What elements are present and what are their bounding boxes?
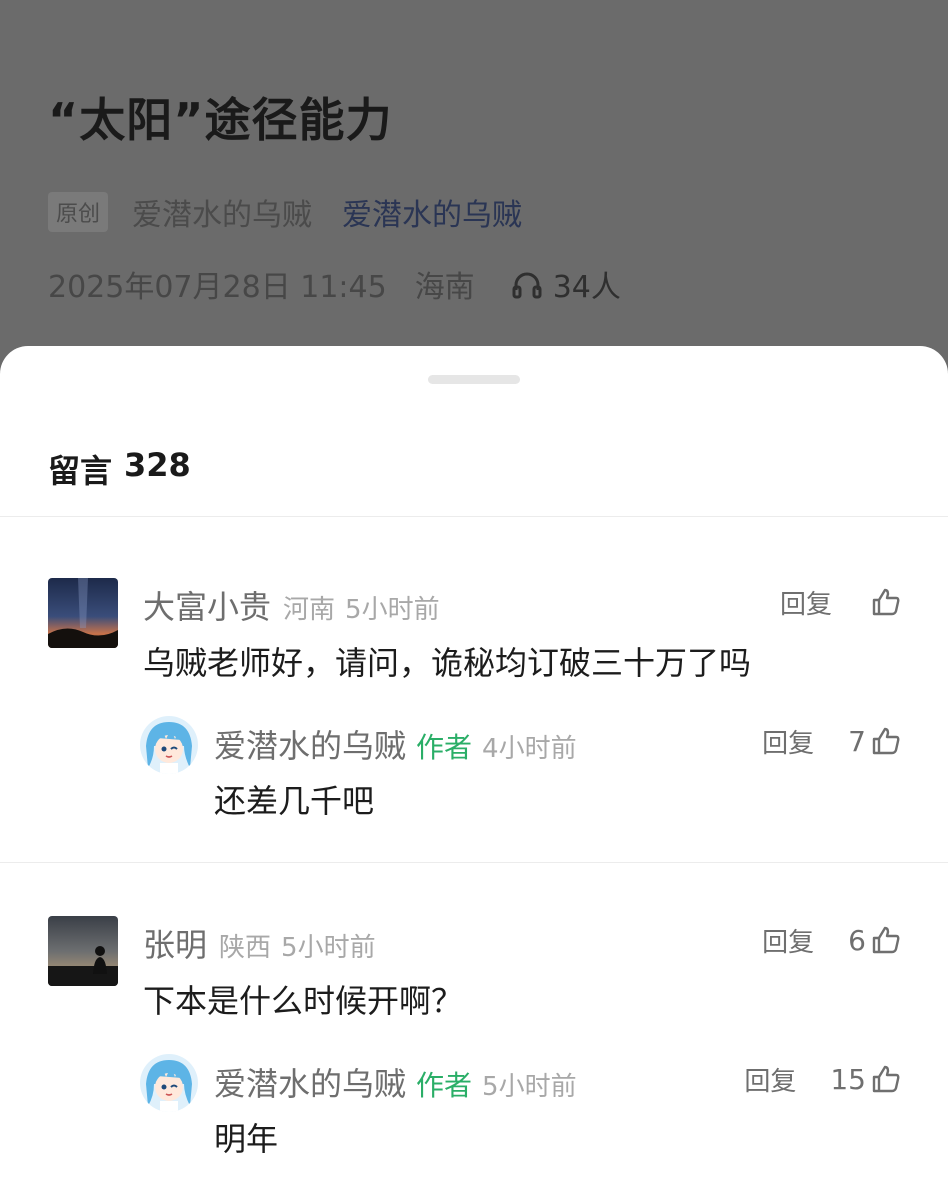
commenter-region: 河南	[283, 595, 336, 625]
author-badge: 作者	[416, 1069, 473, 1102]
reply-time: 4小时前	[482, 734, 577, 764]
reply-button[interactable]: 回复	[762, 922, 814, 959]
comment-text: 下本是什么时候开啊？	[143, 982, 464, 1020]
reply-actions: 回复 7	[762, 721, 902, 761]
reply-button[interactable]: 回复	[762, 723, 814, 760]
comments-header: 留言 328	[48, 446, 191, 492]
publish-datetime: 2025年07月28日 11:45	[48, 270, 387, 305]
night-sky-avatar-image	[48, 578, 118, 648]
anime-squid-girl-avatar-image	[140, 716, 198, 774]
listener-count-text: 34人	[552, 270, 621, 305]
avatar[interactable]	[48, 578, 118, 648]
reply-time: 5小时前	[482, 1072, 577, 1102]
sheet-drag-handle[interactable]	[428, 375, 520, 384]
commenter-name[interactable]: 张明	[143, 920, 207, 966]
reply-author-name[interactable]: 爱潜水的乌贼	[214, 721, 406, 767]
like-count: 7	[848, 724, 866, 758]
author-avatar[interactable]	[140, 1054, 198, 1112]
reply-button[interactable]: 回复	[780, 584, 832, 621]
comments-count: 328	[124, 446, 191, 484]
reply-meta: 爱潜水的乌贼 作者 5小时前	[214, 1059, 577, 1103]
like-count: 6	[848, 923, 866, 957]
reply-actions: 回复 15	[744, 1059, 902, 1099]
article-header: “太阳”途径能力 原创 爱潜水的乌贼 爱潜水的乌贼 2025年07月28日 11…	[0, 0, 948, 380]
article-account-link[interactable]: 爱潜水的乌贼	[342, 190, 522, 234]
thumbs-up-icon	[872, 1065, 900, 1093]
commenter-name[interactable]: 大富小贵	[143, 582, 271, 628]
original-tag: 原创	[48, 192, 109, 232]
anime-squid-girl-avatar-image	[140, 1054, 198, 1112]
listener-count: 34人	[511, 262, 621, 306]
reply-text: 还差几千吧	[214, 782, 375, 820]
commenter-region: 陕西	[219, 933, 272, 963]
comment-text: 乌贼老师好，请问，诡秘均订破三十万了吗	[143, 644, 752, 682]
like-count: 15	[830, 1062, 866, 1096]
article-meta: 原创 爱潜水的乌贼 爱潜水的乌贼	[48, 190, 522, 234]
comment-actions: 回复	[780, 582, 902, 622]
comments-sheet: 留言 328 大富小贵 河南 5小时前 回复 乌贼老师好，请问，诡秘均订破三十万…	[0, 346, 948, 1186]
reply-text: 明年	[214, 1120, 279, 1158]
like-button[interactable]: 7	[848, 725, 902, 758]
article-info: 2025年07月28日 11:45 海南 34人	[48, 262, 621, 306]
avatar[interactable]	[48, 916, 118, 986]
author-badge: 作者	[416, 731, 473, 764]
thumbs-up-icon	[872, 727, 900, 755]
headphones-icon	[512, 272, 542, 299]
header-divider	[0, 516, 948, 517]
reply-meta: 爱潜水的乌贼 作者 4小时前	[214, 721, 577, 765]
comments-label: 留言	[48, 452, 113, 490]
comment-actions: 回复 6	[762, 920, 902, 960]
article-author[interactable]: 爱潜水的乌贼	[132, 190, 312, 234]
comment-meta: 张明 陕西 5小时前	[143, 920, 376, 964]
comment-time: 5小时前	[345, 595, 440, 625]
reply-author-name[interactable]: 爱潜水的乌贼	[214, 1059, 406, 1105]
comment-time: 5小时前	[281, 933, 376, 963]
comment-divider	[0, 862, 948, 863]
like-button[interactable]: 15	[830, 1063, 902, 1096]
like-button[interactable]	[866, 586, 902, 618]
like-button[interactable]: 6	[848, 924, 902, 957]
article-title: “太阳”途径能力	[48, 93, 393, 147]
publish-location: 海南	[414, 270, 475, 305]
comment-meta: 大富小贵 河南 5小时前	[143, 582, 440, 626]
dusk-silhouette-avatar-image	[48, 916, 118, 986]
author-avatar[interactable]	[140, 716, 198, 774]
thumbs-up-icon	[872, 926, 900, 954]
thumbs-up-icon	[872, 588, 900, 616]
reply-button[interactable]: 回复	[744, 1061, 796, 1098]
